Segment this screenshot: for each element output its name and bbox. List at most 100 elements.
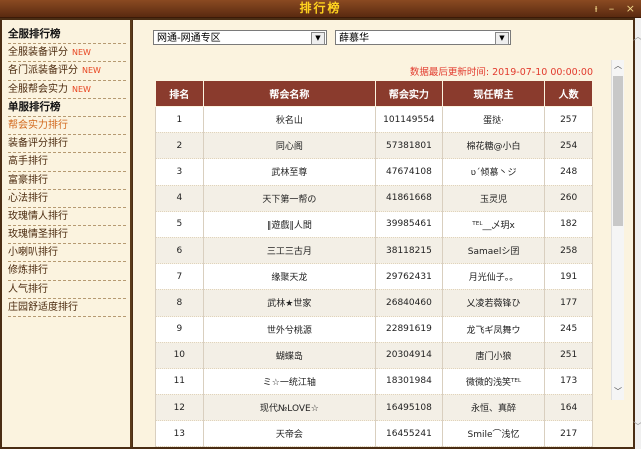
sidebar-item[interactable]: 人气排行 [8,281,126,299]
server-select-value: 网通-网通专区 [157,33,221,44]
table-row[interactable]: 11 ミ☆一统江轴 18301984 微微的浅笑ᵀᴱᴸ 173 [155,368,593,396]
table-row[interactable]: 8 武林★世家 26840460 乂凌若薇锋ひ 177 [155,289,593,317]
column-header[interactable]: 帮会实力 [375,80,443,107]
table-scrollbar[interactable]: ︿ ﹀ [611,60,624,400]
table-cell: 260 [544,185,593,212]
table-cell: 177 [544,289,593,317]
sidebar-item[interactable]: 庄园舒适度排行 [8,299,126,317]
sidebar-item-label: 玫瑰情人排行 [8,210,68,222]
new-badge: NEW [82,66,101,76]
sidebar-item[interactable]: 玫瑰情人排行 [8,208,126,227]
sidebar-item-label: 全服帮会实力 [8,83,68,95]
table-cell: 57381801 [375,132,443,160]
sidebar-item-label: 高手排行 [8,156,48,168]
table-cell: 微微的浅笑ᵀᴱᴸ [441,368,546,396]
main-panel: 网通-网通专区 ▼ 薛慕华 ▼ 数据最后更新时间: 2019-07-10 00:… [133,20,633,448]
sidebar-item[interactable]: 高手排行 [8,153,126,172]
table-cell: Samaelシ囝 [441,237,546,265]
server-select[interactable]: 网通-网通专区 ▼ [153,30,327,45]
subserver-select[interactable]: 薛慕华 ▼ [335,30,511,45]
table-cell: 天下第一帮の [202,185,377,212]
sidebar-item-label: 庄园舒适度排行 [8,301,78,313]
table-cell: 173 [544,368,593,396]
minimize-button[interactable]: – [609,2,615,15]
table-row[interactable]: 5 ‖遊戲‖人間 39985461 ᵀᴱᴸ__乄玥ⅹ 182 [155,211,593,238]
column-header[interactable]: 人数 [544,80,593,107]
table-cell: 258 [544,237,593,265]
sidebar: 全服排行榜 全服装备评分 NEW 各门派装备评分 NEW 全服帮会实力 NEW 单服排行榜 帮会… [2,20,132,447]
table-row[interactable]: 3 武林至尊 47674108 ʋ´倾慕丶ジ 248 [155,158,593,186]
sidebar-item[interactable]: 各门派装备评分 NEW [8,62,126,81]
close-button[interactable]: × [626,2,635,15]
window-scroll-down-icon[interactable]: ﹀ [633,418,641,433]
table-cell: 6 [155,237,204,265]
pin-button[interactable]: ᵼ [595,2,597,15]
table-cell: 29762431 [375,263,443,291]
subserver-select-value: 薛慕华 [339,33,369,44]
table-row[interactable]: 2 同心阁 57381801 棉花糖@小白 254 [155,132,593,160]
table-cell: 玉灵児 [441,185,546,212]
sidebar-item-label: 人气排行 [8,283,48,295]
table-cell: 47674108 [375,158,443,186]
table-cell: 164 [544,394,593,422]
scroll-up-icon[interactable]: ︿ [612,60,624,74]
sidebar-item[interactable]: 全服帮会实力 NEW [8,81,126,99]
table-cell: 5 [155,211,204,238]
sidebar-item[interactable]: 富豪排行 [8,172,126,190]
sidebar-item[interactable]: 帮会实力排行 [8,117,126,136]
table-cell: 251 [544,342,593,369]
sidebar-item[interactable]: 心法排行 [8,190,126,208]
table-row[interactable]: 9 世外兮桃源 22891619 龙飞ギ凤舞ウ 245 [155,316,593,343]
table-cell: 16455241 [375,420,443,448]
scroll-down-icon[interactable]: ﹀ [612,386,624,400]
table-cell: 2 [155,132,204,160]
sidebar-item-label: 心法排行 [8,192,48,204]
table-cell: 245 [544,316,593,343]
table-cell: ミ☆一统江轴 [202,368,377,396]
bottom-area [0,449,641,465]
column-header[interactable]: 现任帮主 [441,80,546,107]
table-cell: 3 [155,158,204,186]
table-cell: 254 [544,132,593,160]
table-row[interactable]: 12 现代№LOVE☆ 16495108 永恒、真醉 164 [155,394,593,422]
table-row[interactable]: 7 缘聚天龙 29762431 月光仙子。。 191 [155,263,593,291]
column-header[interactable]: 排名 [155,80,204,107]
table-cell: 38118215 [375,237,443,265]
table-cell: 11 [155,368,204,396]
table-cell: 8 [155,289,204,317]
window-title: 排行榜 [299,1,342,15]
table-row[interactable]: 13 天帝会 16455241 Smile⌒浅忆 217 [155,420,593,448]
table-cell: ‖遊戲‖人間 [202,211,377,238]
table-cell: 永恒、真醉 [441,394,546,422]
table-cell: 257 [544,106,593,134]
table-cell: 20304914 [375,342,443,369]
table-cell: 7 [155,263,204,291]
sidebar-item-label: 小喇叭排行 [8,247,58,259]
table-row[interactable]: 6 三工三古月 38118215 Samaelシ囝 258 [155,237,593,265]
sidebar-item[interactable]: 修炼排行 [8,262,126,281]
window-scrollbar[interactable] [635,18,641,449]
sidebar-item[interactable]: 小喇叭排行 [8,244,126,263]
chevron-down-icon[interactable]: ▼ [495,32,509,45]
table-cell: 182 [544,211,593,238]
table-row[interactable]: 1 秋名山 101149554 蛋挞· 257 [155,106,593,134]
window-scroll-up-icon[interactable]: ︿ [633,28,641,43]
table-cell: 41861668 [375,185,443,212]
table-cell: 天帝会 [202,420,377,448]
table-cell: 现代№LOVE☆ [202,394,377,422]
table-cell: 月光仙子。。 [441,263,546,291]
sidebar-item[interactable]: 玫瑰情圣排行 [8,226,126,245]
sidebar-item[interactable]: 装备评分排行 [8,135,126,154]
scroll-thumb[interactable] [613,76,623,226]
ranking-table: 排名 帮会名称 帮会实力 现任帮主 人数 1 秋名山 101149554 蛋挞· 257 2 同心阁… [155,80,593,448]
sidebar-item-label: 玫瑰情圣排行 [8,229,68,241]
table-row[interactable]: 4 天下第一帮の 41861668 玉灵児 260 [155,185,593,212]
table-cell: 1 [155,106,204,134]
table-row[interactable]: 10 蝴蝶岛 20304914 唐门小狼 251 [155,342,593,369]
sidebar-item[interactable]: 全服装备评分 NEW [8,44,126,63]
column-header[interactable]: 帮会名称 [202,80,377,107]
sidebar-item-label: 修炼排行 [8,265,48,277]
table-cell: 191 [544,263,593,291]
table-cell: 棉花糖@小白 [441,132,546,160]
chevron-down-icon[interactable]: ▼ [311,32,325,45]
